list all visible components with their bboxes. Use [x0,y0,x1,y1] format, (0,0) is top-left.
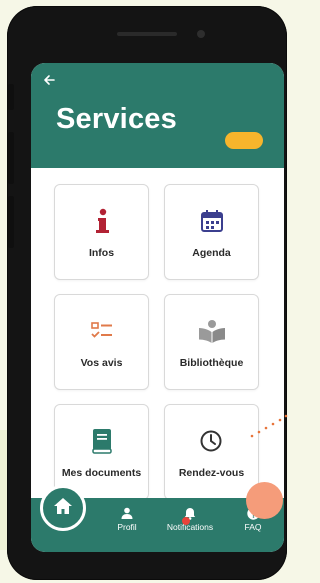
person-icon [113,505,141,521]
service-label: Rendez-vous [178,467,245,479]
app-screen: Services Infos Agenda Vos avis Bibliothè… [31,63,284,552]
service-card-vos-avis[interactable]: Vos avis [54,294,149,390]
nav-label: FAQ [244,522,262,532]
phone-frame: Services Infos Agenda Vos avis Bibliothè… [7,6,287,580]
service-card-infos[interactable]: Infos [54,184,149,280]
earpiece-speaker [117,32,177,36]
nav-label: Profil [117,522,137,532]
header-accent-pill [225,132,263,149]
bell-icon [162,505,218,521]
service-label: Mes documents [61,467,142,479]
services-header: Services [31,63,284,168]
service-card-mes-documents[interactable]: Mes documents [54,404,149,498]
nav-item-profil[interactable]: Profil [113,505,141,532]
notification-badge [182,517,190,525]
info-icon [55,207,148,235]
nav-item-notifications[interactable]: Notifications [162,505,218,532]
service-card-agenda[interactable]: Agenda [164,184,259,280]
service-card-rendez-vous[interactable]: Rendez-vous [164,404,259,498]
service-label: Infos [88,247,115,259]
nav-label: Notifications [166,522,214,532]
service-label: Vos avis [80,357,123,369]
home-icon [53,497,73,520]
services-grid: Infos Agenda Vos avis Bibliothèque Mes d… [31,168,284,498]
calendar-icon [165,207,258,235]
swipe-trail [250,414,288,438]
touch-indicator [246,482,283,519]
service-label: Agenda [192,247,231,259]
front-camera [197,30,205,38]
volume-up-button [8,132,14,184]
home-button[interactable] [40,485,86,531]
service-card-bibliotheque[interactable]: Bibliothèque [164,294,259,390]
clock-icon [165,427,258,455]
checklist-icon [55,317,148,345]
volume-down-button [8,196,14,248]
book-icon [55,427,148,455]
reader-icon [165,317,258,345]
arrow-left-icon[interactable] [43,73,55,91]
side-button [8,84,14,110]
service-label: Bibliothèque [179,357,244,369]
page-title: Services [56,103,177,135]
